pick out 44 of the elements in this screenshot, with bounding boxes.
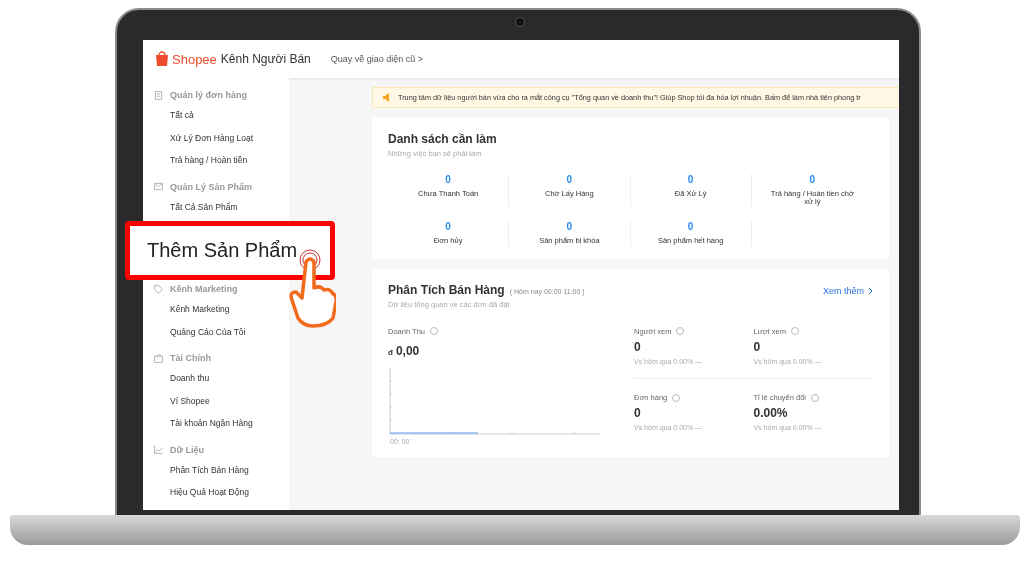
sidebar-item[interactable]: Trả hàng / Hoàn tiền	[153, 149, 289, 172]
todo-count[interactable]: 0	[687, 220, 694, 232]
sidebar-item[interactable]: Hiệu Quả Hoạt Động	[153, 481, 289, 504]
metric-value: 0	[634, 339, 642, 354]
section-icon	[153, 181, 164, 192]
revenue-value: 0,00	[395, 343, 420, 358]
sidebar-item[interactable]: Phân Tích Bán Hàng	[153, 458, 289, 481]
sidebar-item[interactable]: Tất cả	[153, 104, 289, 127]
card-title: Phân Tích Bán Hàng	[388, 282, 505, 297]
section-title: Tài Chính	[170, 353, 211, 363]
section-title: Kênh Marketing	[170, 284, 238, 294]
sidebar-item[interactable]: Quảng Cáo Của Tôi	[153, 320, 289, 343]
speaker-icon	[382, 93, 392, 102]
see-more-link[interactable]: Xem thêm	[823, 285, 873, 296]
section-title: Quản lý đơn hàng	[170, 90, 247, 100]
portal-title: Kênh Người Bán	[220, 52, 311, 66]
sidebar-item[interactable]: Ví Shopee	[153, 389, 289, 412]
highlight-callout[interactable]: Thêm Sản Phẩm	[125, 221, 335, 280]
section-icon	[153, 444, 164, 455]
callout-label: Thêm Sản Phẩm	[147, 239, 298, 262]
sidebar-item[interactable]: Doanh thu	[153, 367, 289, 390]
section-icon	[153, 89, 164, 101]
card-title: Danh sách cần làm	[388, 132, 498, 146]
todo-count[interactable]: 0	[809, 174, 816, 185]
todo-count[interactable]: 0	[566, 174, 573, 185]
metric-value: 0.00%	[753, 406, 789, 420]
camera-icon	[515, 17, 525, 27]
currency-symbol: đ	[388, 347, 393, 357]
metric-value: 0	[753, 339, 762, 354]
old-interface-link[interactable]: Quay về giao diện cũ >	[330, 54, 424, 64]
todo-count[interactable]: 0	[566, 220, 573, 232]
metric-value: 0	[634, 406, 642, 420]
sidebar-item[interactable]: Tài khoản Ngân Hàng	[153, 412, 289, 435]
brand-name: Shopee	[172, 51, 217, 67]
sidebar-item[interactable]: Tất Cả Sản Phẩm	[153, 195, 289, 218]
section-title: Quản Lý Sản Phẩm	[170, 181, 253, 192]
section-icon	[153, 352, 164, 364]
todo-count[interactable]: 0	[687, 174, 694, 185]
section-title: Dữ Liệu	[170, 444, 205, 455]
chevron-icon	[868, 286, 873, 295]
shopping-bag-icon	[155, 51, 169, 67]
section-icon	[153, 283, 164, 295]
sidebar-item[interactable]: Kênh Marketing	[153, 298, 289, 321]
sidebar-item[interactable]: Xử Lý Đơn Hàng Loạt	[153, 126, 289, 149]
